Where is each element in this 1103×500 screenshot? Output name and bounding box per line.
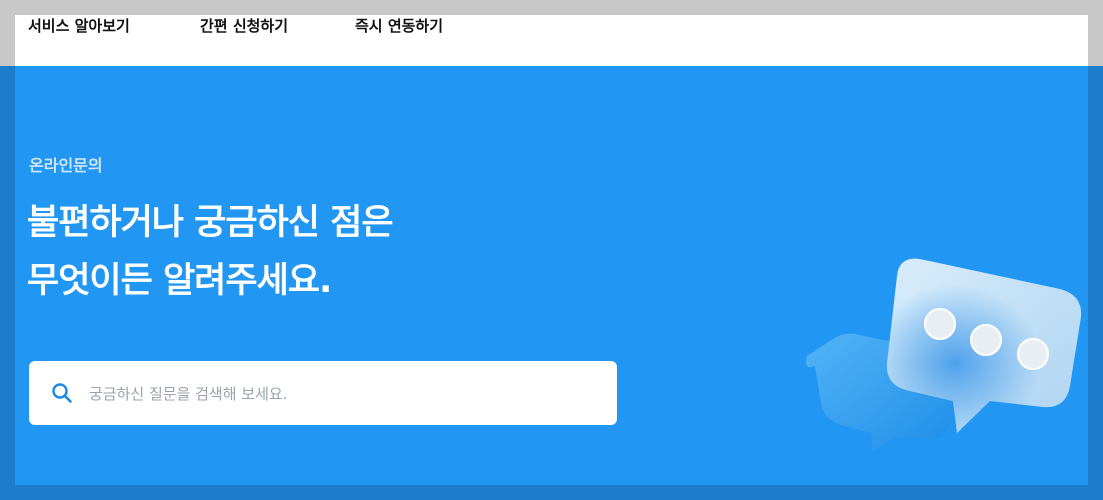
hero-section: 온라인문의 불편하거나 궁금하신 점은 무엇이든 알려주세요. [15, 66, 1088, 485]
headline-line-2: 무엇이든 알려주세요. [27, 261, 332, 301]
page-title: 불편하거나 궁금하신 점은 무엇이든 알려주세요. [27, 194, 394, 310]
search-box[interactable] [29, 361, 617, 425]
top-navigation: 서비스 알아보기 간편 신청하기 즉시 연동하기 [15, 15, 1088, 66]
nav-item-instant-connect[interactable]: 즉시 연동하기 [355, 15, 443, 37]
section-eyebrow: 온라인문의 [29, 156, 103, 175]
search-input[interactable] [87, 373, 601, 415]
headline-line-1: 불편하거나 궁금하신 점은 [27, 203, 394, 243]
nav-item-service-intro[interactable]: 서비스 알아보기 [28, 15, 130, 37]
chat-bubbles-icon [806, 258, 1082, 451]
search-icon[interactable] [51, 382, 73, 404]
nav-item-easy-apply[interactable]: 간편 신청하기 [200, 15, 288, 37]
